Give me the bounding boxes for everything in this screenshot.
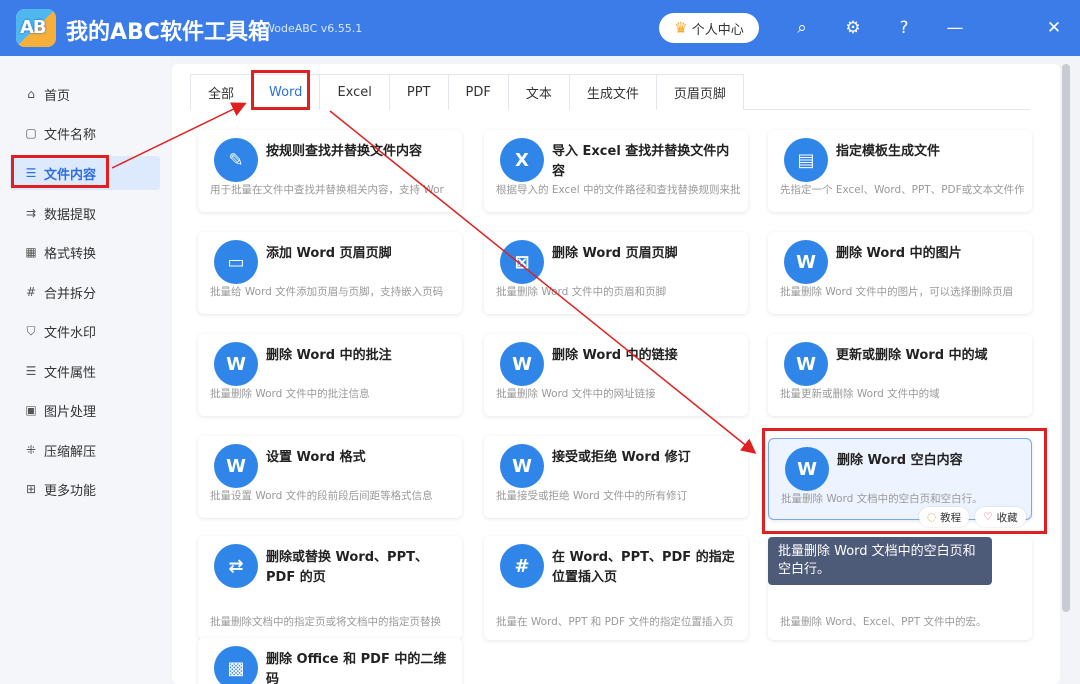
list-icon: ☰	[25, 364, 37, 378]
scrollbar-thumb[interactable]	[1062, 64, 1070, 612]
insert-page-icon: #	[500, 544, 544, 588]
tab-ppt[interactable]: PPT	[388, 74, 449, 110]
extract-icon: ⇉	[25, 206, 37, 220]
format-icon: W	[214, 444, 258, 488]
sidebar-item-merge[interactable]: # 合并拆分	[10, 275, 160, 309]
header-footer-icon: ▭	[214, 240, 258, 284]
delete-comment-icon: W	[214, 342, 258, 386]
delete-image-icon: W	[784, 240, 828, 284]
tool-card[interactable]: W 删除 Word 中的链接 批量删除 Word 文件中的网址链接	[484, 334, 748, 416]
app-title: 我的ABC软件工具箱	[66, 20, 270, 45]
tool-card[interactable]: ⇄ 删除或替换 Word、PPT、PDF 的页 批量删除文档中的指定页或将文档中…	[198, 536, 462, 640]
shield-icon: ⛉	[26, 323, 36, 338]
title-bar: AB 我的ABC软件工具箱 WodeABC v6.55.1 ♛ 个人中心 ⌕ ⚙…	[0, 0, 1080, 56]
sidebar: ⌂ 首页 ▢ 文件名称 ☰ 文件内容 ⇉ 数据提取 ▦ 格式转换 # 合并拆分 ⛉ 文件水印 …	[0, 56, 170, 684]
tool-card[interactable]: W 删除 Word 中的图片 批量删除 Word 文件中的图片，可以选择删除页眉	[768, 232, 1032, 314]
qrcode-icon: ▩	[214, 646, 258, 684]
sidebar-item-more[interactable]: ⊞ 更多功能	[10, 472, 160, 506]
tool-card[interactable]: ▩ 删除 Office 和 PDF 中的二维码	[198, 638, 462, 684]
app-logo: AB	[16, 9, 56, 47]
sidebar-item-properties[interactable]: ☰ 文件属性	[10, 354, 160, 388]
sidebar-item-image[interactable]: ▣ 图片处理	[10, 393, 160, 427]
replace-page-icon: ⇄	[214, 544, 258, 588]
crown-icon: ♛	[674, 19, 688, 37]
annotation-box-tab	[251, 70, 310, 110]
help-icon[interactable]: ?	[892, 16, 916, 40]
delete-link-icon: W	[500, 342, 544, 386]
excel-edit-icon: X	[500, 138, 544, 182]
tab-pdf[interactable]: PDF	[447, 74, 509, 110]
tool-card[interactable]: W 设置 Word 格式 批量设置 Word 文件的段前段后间距等格式信息	[198, 436, 462, 518]
sidebar-item-home[interactable]: ⌂ 首页	[10, 77, 160, 111]
edit-doc-icon: ✎	[214, 138, 258, 182]
tab-excel[interactable]: Excel	[319, 74, 390, 110]
apps-icon: ⊞	[25, 482, 37, 496]
tool-card[interactable]: ✎ 按规则查找并替换文件内容 用于批量在文件中查找并替换相关内容，支持 Wor	[198, 130, 462, 212]
field-icon: W	[784, 342, 828, 386]
tab-header-footer[interactable]: 页眉页脚	[655, 74, 744, 110]
tool-card[interactable]: ⊠ 删除 Word 页眉页脚 批量删除 Word 文件中的页眉和页脚	[484, 232, 748, 314]
tooltip: 批量删除 Word 文档中的空白页和空白行。	[768, 537, 992, 585]
tool-card[interactable]: W 更新或删除 Word 中的域 批量更新或删除 Word 文件中的域	[768, 334, 1032, 416]
tool-card[interactable]: W 接受或拒绝 Word 修订 批量接受或拒绝 Word 文件中的所有修订	[484, 436, 748, 518]
gear-icon[interactable]: ⚙	[841, 16, 865, 40]
tool-card[interactable]: X 导入 Excel 查找并替换文件内容 根据导入的 Excel 中的文件路径和…	[484, 130, 748, 212]
sidebar-item-extract[interactable]: ⇉ 数据提取	[10, 196, 160, 230]
scrollbar[interactable]	[1060, 64, 1074, 680]
app-version: WodeABC v6.55.1	[264, 22, 363, 35]
tab-all[interactable]: 全部	[190, 74, 253, 110]
delete-header-icon: ⊠	[500, 240, 544, 284]
sidebar-item-compress[interactable]: ⁜ 压缩解压	[10, 433, 160, 467]
minimize-icon[interactable]: —	[943, 16, 967, 40]
tool-card[interactable]: ▭ 添加 Word 页眉页脚 批量给 Word 文件添加页眉与页脚，支持嵌入页码	[198, 232, 462, 314]
compress-icon: ⁜	[25, 443, 37, 457]
tab-text[interactable]: 文本	[507, 74, 570, 110]
sidebar-item-filename[interactable]: ▢ 文件名称	[10, 116, 160, 150]
tool-card[interactable]: # 在 Word、PPT、PDF 的指定位置插入页 批量在 Word、PPT 和…	[484, 536, 748, 640]
annotation-box-card	[762, 428, 1047, 534]
template-icon: ▤	[784, 138, 828, 182]
close-icon[interactable]: ✕	[1042, 16, 1066, 40]
tab-bar: 全部 Word Excel PPT PDF 文本 生成文件 页眉页脚	[190, 74, 1030, 110]
revision-icon: W	[500, 444, 544, 488]
main-panel: 全部 Word Excel PPT PDF 文本 生成文件 页眉页脚 ✎ 按规则…	[172, 64, 1060, 684]
tool-card[interactable]: W 删除 Word 中的批注 批量删除 Word 文件中的批注信息	[198, 334, 462, 416]
user-center-button[interactable]: ♛ 个人中心	[659, 13, 759, 43]
annotation-box-sidebar	[11, 155, 109, 188]
hash-icon: #	[25, 285, 37, 299]
tool-card[interactable]: ▤ 指定模板生成文件 先指定一个 Excel、Word、PPT、PDF或文本文件…	[768, 130, 1032, 212]
image-icon: ▣	[25, 403, 37, 417]
sidebar-item-watermark[interactable]: ⛉ 文件水印	[10, 314, 160, 348]
grid-icon: ▦	[25, 245, 37, 259]
home-icon: ⌂	[27, 87, 35, 101]
sidebar-item-convert[interactable]: ▦ 格式转换	[10, 235, 160, 269]
search-icon[interactable]: ⌕	[790, 16, 814, 40]
tab-generate[interactable]: 生成文件	[568, 74, 657, 110]
file-icon: ▢	[25, 126, 37, 140]
